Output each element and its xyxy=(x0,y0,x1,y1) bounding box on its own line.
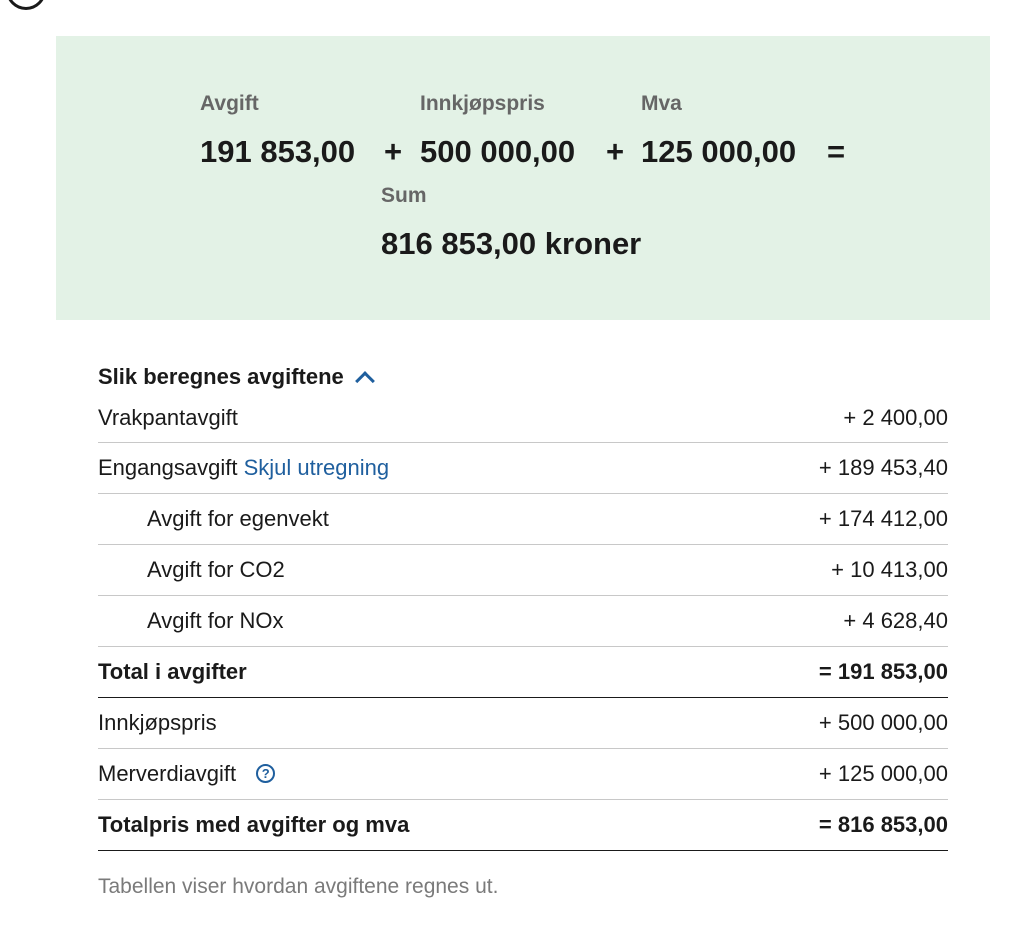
hide-calculation-link[interactable]: Skjul utregning xyxy=(244,455,390,480)
row-label: Vrakpantavgift xyxy=(98,405,238,430)
sum-value: 816 853,00 kroner xyxy=(381,226,642,261)
plus-operator: + xyxy=(384,134,403,169)
purchase-price-value: 500 000,00 xyxy=(420,134,576,169)
fee-breakdown-table: Slik beregnes avgiftene Vrakpantavgift +… xyxy=(98,360,948,899)
table-row: Vrakpantavgift + 2 400,00 xyxy=(98,394,948,443)
vat-label: Mva xyxy=(641,92,682,115)
breakdown-title: Slik beregnes avgiftene xyxy=(98,364,344,389)
sum-label: Sum xyxy=(381,184,427,207)
table-row: Engangsavgift Skjul utregning + 189 453,… xyxy=(98,443,948,494)
table-note: Tabellen viser hvordan avgiftene regnes … xyxy=(98,875,499,898)
row-value: = 816 853,00 xyxy=(818,812,948,837)
row-label: Engangsavgift xyxy=(98,455,238,480)
row-value: + 2 400,00 xyxy=(843,405,948,430)
page: Avgift Innkjøpspris Mva 191 853,00 + 500… xyxy=(0,0,1024,946)
vat-value: 125 000,00 xyxy=(641,134,797,169)
row-label: Merverdiavgift xyxy=(98,761,237,786)
grand-total-row: Totalpris med avgifter og mva = 816 853,… xyxy=(98,800,948,851)
row-label: Totalpris med avgifter og mva xyxy=(98,812,410,837)
row-label: Total i avgifter xyxy=(98,659,247,684)
table-row: Innkjøpspris + 500 000,00 xyxy=(98,698,948,749)
row-value: = 191 853,00 xyxy=(818,659,948,684)
price-summary-panel: Avgift Innkjøpspris Mva 191 853,00 + 500… xyxy=(56,36,990,320)
row-label: Avgift for NOx xyxy=(147,608,284,633)
fee-value: 191 853,00 xyxy=(200,134,356,169)
table-row: Avgift for CO2 + 10 413,00 xyxy=(98,545,948,596)
row-value: + 174 412,00 xyxy=(818,506,948,531)
chevron-up-icon[interactable] xyxy=(354,371,375,391)
table-row: Merverdiavgift ? + 125 000,00 xyxy=(98,749,948,800)
row-value: + 10 413,00 xyxy=(831,557,948,582)
purchase-price-label: Innkjøpspris xyxy=(420,92,545,115)
row-value: + 4 628,40 xyxy=(843,608,948,633)
row-label: Avgift for egenvekt xyxy=(147,506,329,531)
plus-operator: + xyxy=(606,134,625,169)
row-value: + 189 453,40 xyxy=(818,455,948,480)
fee-label: Avgift xyxy=(200,92,259,115)
row-value: + 125 000,00 xyxy=(818,761,948,786)
partial-circle-icon xyxy=(6,0,46,10)
total-fees-row: Total i avgifter = 191 853,00 xyxy=(98,647,948,698)
table-row: Avgift for NOx + 4 628,40 xyxy=(98,596,948,647)
row-value: + 500 000,00 xyxy=(818,710,948,735)
breakdown-toggle[interactable]: Slik beregnes avgiftene xyxy=(98,360,948,394)
row-label: Avgift for CO2 xyxy=(147,557,285,582)
help-circle-icon[interactable]: ? xyxy=(256,763,276,783)
row-label: Innkjøpspris xyxy=(98,710,217,735)
table-row: Avgift for egenvekt + 174 412,00 xyxy=(98,494,948,545)
equals-operator: = xyxy=(827,134,846,169)
